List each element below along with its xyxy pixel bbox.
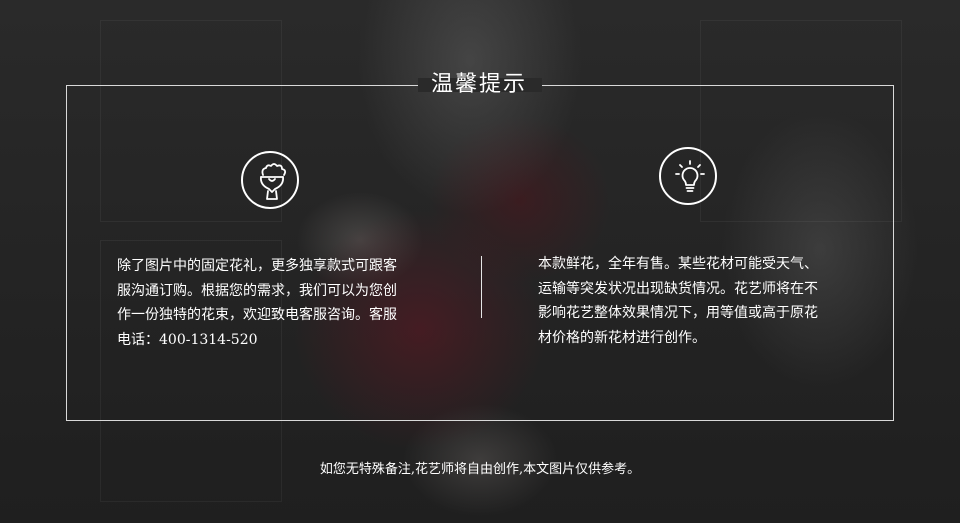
bouquet-icon xyxy=(241,151,299,209)
text-line: 电话：400-1314-520 xyxy=(117,331,258,348)
text-line: 材价格的新花材进行创作。 xyxy=(538,329,706,346)
left-notice-text: 除了图片中的固定花礼，更多独享款式可跟客 服沟通订购。根据您的需求，我们可以为您… xyxy=(117,254,437,352)
text-line: 运输等突发状况出现缺货情况。花艺师将在不 xyxy=(538,280,818,297)
text-line: 服沟通订购。根据您的需求，我们可以为您创 xyxy=(117,282,397,299)
footnote: 如您无特殊备注,花艺师将自由创作,本文图片仅供参考。 xyxy=(319,462,641,477)
right-notice-text: 本款鲜花，全年有售。某些花材可能受天气、 运输等突发状况出现缺货情况。花艺师将在… xyxy=(538,252,858,350)
text-line: 影响花艺整体效果情况下，用等值或高于原花 xyxy=(538,305,818,321)
lightbulb-icon xyxy=(659,147,717,205)
column-divider xyxy=(481,256,482,318)
notice-title: 温馨提示 xyxy=(430,72,527,97)
text-line: 本款鲜花，全年有售。某些花材可能受天气、 xyxy=(538,256,818,272)
text-line: 除了图片中的固定花礼，更多独享款式可跟客 xyxy=(117,258,397,274)
text-line: 作一份独特的花束，欢迎致电客服咨询。客服 xyxy=(117,307,397,323)
